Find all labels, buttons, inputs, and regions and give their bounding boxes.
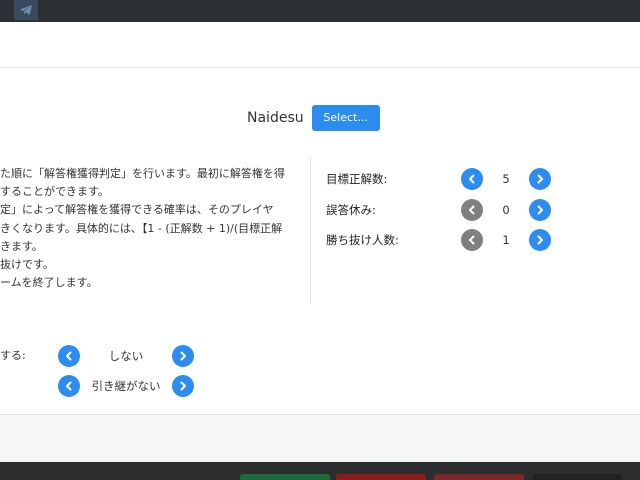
description-line: ームを終了します。: [0, 276, 98, 290]
chevron-right-icon: [537, 174, 543, 184]
settings-modal: Naidesu Select... た順に「解答権獲得判定」を行います。最初に解…: [0, 22, 640, 462]
description-line: 抜けです。: [0, 258, 54, 272]
setting-value: 1: [502, 233, 510, 247]
chevron-left-icon: [469, 205, 475, 215]
next-option-button[interactable]: [172, 345, 194, 367]
select-button[interactable]: Select...: [311, 105, 380, 131]
decrement-button[interactable]: [461, 229, 483, 251]
description-line: た順に「解答権獲得判定」を行います。最初に解答権を得: [0, 167, 285, 180]
modal-footer: [0, 414, 640, 462]
increment-button[interactable]: [529, 168, 551, 190]
option-row-1: しない: [58, 345, 194, 367]
vertical-divider: [310, 158, 311, 303]
modal-header: [0, 22, 640, 68]
option-row-2: 引き継がない: [58, 375, 194, 397]
setting-label: 勝ち抜け人数:: [326, 233, 399, 247]
setting-target-correct: 目標正解数: 5: [326, 167, 566, 191]
description-line: することができます。: [0, 185, 109, 199]
next-option-button[interactable]: [172, 375, 194, 397]
chevron-left-icon: [469, 235, 475, 245]
chevron-left-icon: [66, 381, 72, 391]
description-line: きます。: [0, 239, 43, 253]
increment-button[interactable]: [529, 199, 551, 221]
decrement-button[interactable]: [461, 199, 483, 221]
user-name: Naidesu: [247, 110, 304, 126]
option-label: する:: [0, 349, 26, 362]
chevron-right-icon: [537, 235, 543, 245]
setting-label: 目標正解数:: [326, 172, 388, 186]
rules-description: た順に「解答権獲得判定」を行います。最初に解答権を得 することができます。 定」…: [0, 165, 305, 292]
bottom-button-3[interactable]: [434, 474, 524, 480]
chevron-right-icon: [537, 205, 543, 215]
prev-option-button[interactable]: [58, 345, 80, 367]
chevron-right-icon: [180, 381, 186, 391]
setting-value: 5: [502, 172, 510, 186]
bottom-button-4[interactable]: [532, 474, 622, 480]
bottom-button-2[interactable]: [336, 474, 426, 480]
user-selector: Naidesu Select...: [247, 105, 380, 131]
chevron-left-icon: [469, 174, 475, 184]
increment-button[interactable]: [529, 229, 551, 251]
description-line: 定」によって解答権を獲得できる確率は、そのプレイヤ: [0, 203, 274, 217]
option-value: しない: [108, 349, 144, 363]
option-value: 引き継がない: [91, 379, 161, 393]
telegram-icon[interactable]: [14, 0, 38, 20]
prev-option-button[interactable]: [58, 375, 80, 397]
setting-winners-count: 勝ち抜け人数: 1: [326, 228, 566, 252]
description-line: きくなります。具体的には、【1 - (正解数 + 1)/(目標正解: [0, 221, 283, 235]
setting-label: 誤答休み:: [326, 203, 376, 217]
bottom-button-1[interactable]: [240, 474, 330, 480]
chevron-left-icon: [66, 351, 72, 361]
decrement-button[interactable]: [461, 168, 483, 190]
chevron-right-icon: [180, 351, 186, 361]
top-bar: [0, 0, 640, 22]
setting-wrong-rest: 誤答休み: 0: [326, 198, 566, 222]
setting-value: 0: [502, 203, 510, 217]
